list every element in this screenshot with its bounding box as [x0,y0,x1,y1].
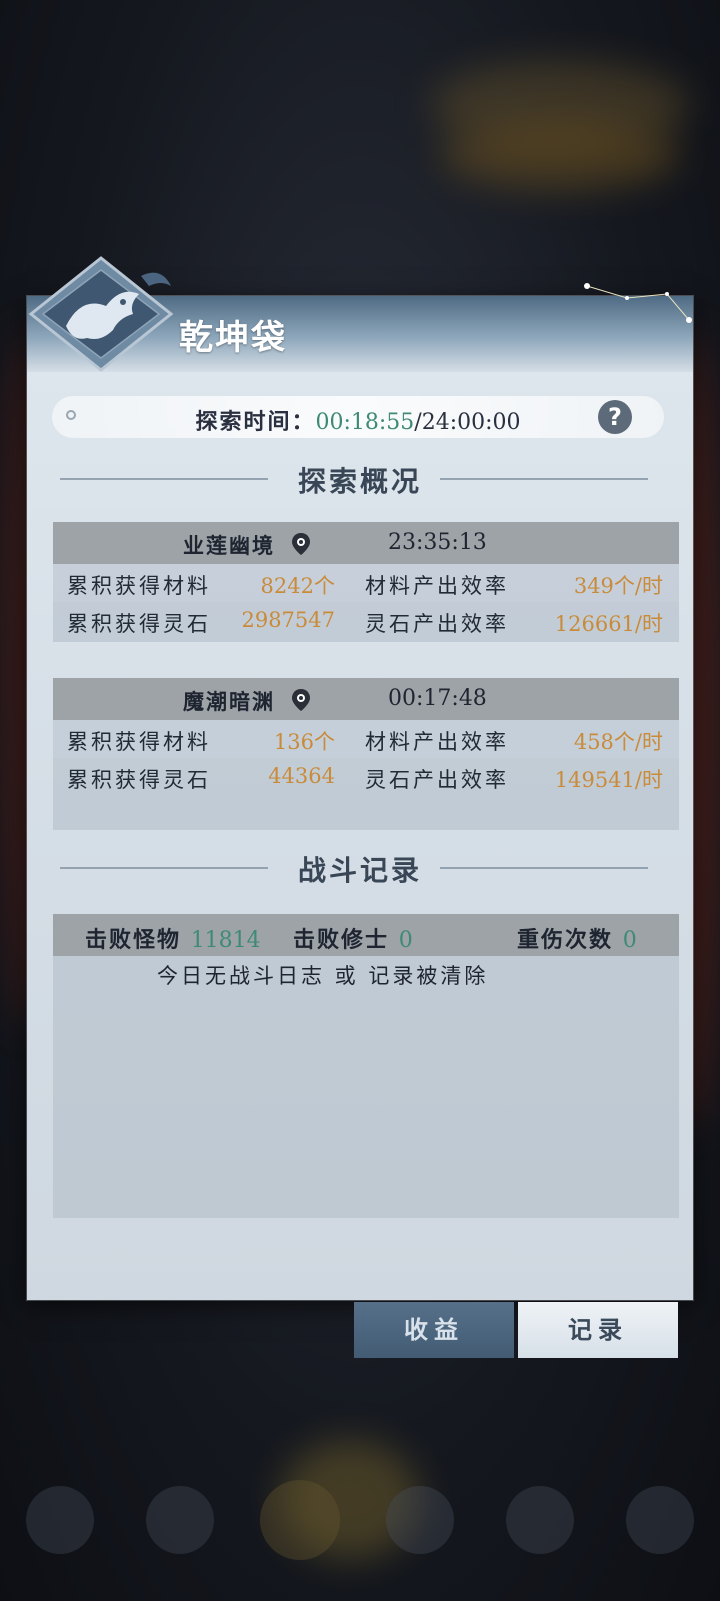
qiankun-bag-panel: 乾坤袋 探索时间：00:18:55/24:00:00 探索概况 业莲幽境 23:… [27,256,693,1300]
zone-header: 业莲幽境 23:35:13 [53,522,679,564]
material-rate-value: 349个/时 [573,574,663,598]
stat-row: 累积获得灵石 2987547 灵石产出效率 126661/时 [53,602,679,640]
monsters-stat: 击败怪物 11814 [85,922,261,954]
explore-time-label: 探索时间： [195,409,316,435]
battle-record-card: 击败怪物 11814 击败修士 0 重伤次数 0 今日无战斗日志 或 记录被清除 [53,914,679,1218]
spirit-stone-label: 累积获得灵石 [67,768,211,792]
materials-label: 累积获得材料 [67,574,211,598]
battle-stats-header: 击败怪物 11814 击败修士 0 重伤次数 0 [53,914,679,956]
zone-name: 魔潮暗渊 [183,689,275,714]
injuries-stat: 重伤次数 0 [517,922,637,954]
zone-timer: 00:17:48 [388,686,487,711]
injuries-label: 重伤次数 [517,927,614,953]
beast-emblem-icon [28,256,174,372]
bg-glow [440,120,680,190]
cultivators-value: 0 [398,928,413,953]
tab-income[interactable]: 收益 [354,1302,514,1358]
spirit-stone-value: 44364 [268,764,335,788]
constellation-decoration [584,283,692,323]
cultivators-stat: 击败修士 0 [293,922,413,954]
stone-rate-label: 灵石产出效率 [365,768,509,792]
explore-time-text: 探索时间：00:18:55/24:00:00 [52,404,664,436]
materials-value: 8242个 [260,574,335,598]
material-rate-label: 材料产出效率 [365,730,509,754]
materials-value: 136个 [273,730,335,754]
location-pin-icon[interactable] [291,532,311,556]
cultivators-label: 击败修士 [293,927,390,953]
tab-record[interactable]: 记录 [518,1302,678,1358]
stat-row: 累积获得材料 8242个 材料产出效率 349个/时 [53,564,679,602]
stone-rate-value: 126661/时 [554,612,663,636]
help-button[interactable]: ? [598,400,632,434]
panel-title: 乾坤袋 [179,318,287,358]
spirit-stone-label: 累积获得灵石 [67,612,211,636]
zone-timer: 23:35:13 [388,530,487,555]
zone-name: 业莲幽境 [183,533,275,558]
monsters-value: 11814 [190,928,261,953]
battle-title: 战斗记录 [297,854,422,887]
battle-empty-message: 今日无战斗日志 或 记录被清除 [157,964,489,988]
explore-time-total: 24:00:00 [421,410,521,435]
location-pin-icon[interactable] [291,688,311,712]
stone-rate-label: 灵石产出效率 [365,612,509,636]
stat-row: 累积获得材料 136个 材料产出效率 458个/时 [53,720,679,758]
zone-header: 魔潮暗渊 00:17:48 [53,678,679,720]
explore-time-current: 00:18:55 [315,410,415,435]
stone-rate-value: 149541/时 [554,768,663,792]
spirit-stone-value: 2987547 [241,608,335,632]
zone-card: 魔潮暗渊 00:17:48 累积获得材料 136个 材料产出效率 458个/时 … [53,678,679,830]
overview-title: 探索概况 [297,465,422,498]
explore-time-bar: 探索时间：00:18:55/24:00:00 [52,396,664,438]
materials-label: 累积获得材料 [67,730,211,754]
bottom-nav-blurred [26,1480,694,1560]
injuries-value: 0 [622,928,637,953]
explore-time-separator: / [414,410,422,435]
material-rate-label: 材料产出效率 [365,574,509,598]
material-rate-value: 458个/时 [573,730,663,754]
zone-card: 业莲幽境 23:35:13 累积获得材料 8242个 材料产出效率 349个/时… [53,522,679,642]
stat-row: 累积获得灵石 44364 灵石产出效率 149541/时 [53,758,679,796]
monsters-label: 击败怪物 [85,927,182,953]
